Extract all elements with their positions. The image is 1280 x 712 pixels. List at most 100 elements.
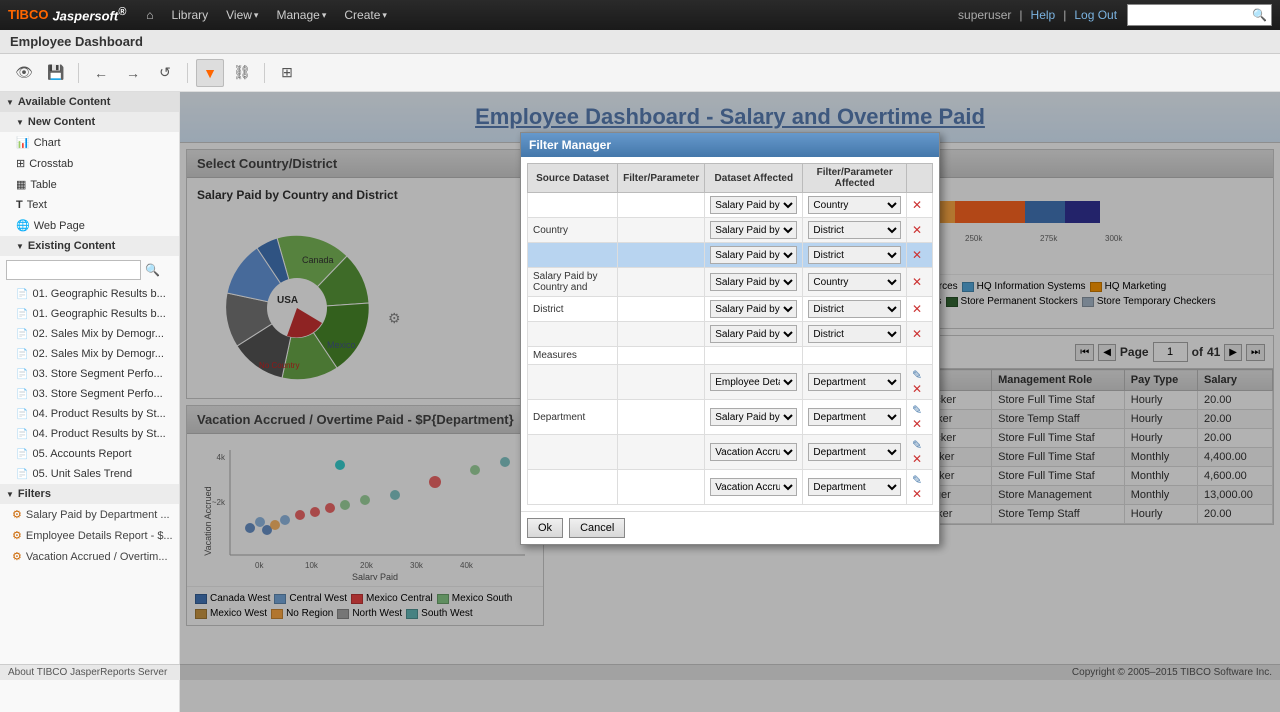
nav-sep-2: | xyxy=(1063,8,1066,22)
dataset-select[interactable]: Salary Paid by Department ... xyxy=(710,300,797,318)
delete-row-icon[interactable]: ✕ xyxy=(912,382,922,396)
undo-button[interactable]: ← xyxy=(87,59,115,87)
sidebar-search-area: 🔍 xyxy=(0,256,179,284)
dataset-select[interactable]: Salary Paid by Department ... xyxy=(710,246,797,264)
view-mode-button[interactable]: 👁 xyxy=(10,59,38,87)
sidebar-existing-item[interactable]: 📄03. Store Segment Perfo... xyxy=(0,384,179,404)
sidebar-existing-item[interactable]: 📄02. Sales Mix by Demogr... xyxy=(0,344,179,364)
sidebar-existing-item[interactable]: 📄04. Product Results by St... xyxy=(0,404,179,424)
dataset-select[interactable]: Salary Paid by Department ... xyxy=(710,273,797,291)
edit-row-icon[interactable]: ✎ xyxy=(912,438,922,452)
ds-filter-select[interactable]: District xyxy=(808,325,901,343)
sidebar-existing-item[interactable]: 📄04. Product Results by St... xyxy=(0,424,179,444)
status-left: About TIBCO JasperReports Server xyxy=(8,667,167,678)
delete-row-icon[interactable]: ✕ xyxy=(912,248,922,262)
delete-row-icon[interactable]: ✕ xyxy=(912,327,922,341)
sidebar-search-icon[interactable]: 🔍 xyxy=(145,263,160,277)
dataset-select[interactable]: Salary Paid by Department ... xyxy=(710,196,797,214)
delete-row-icon[interactable]: ✕ xyxy=(912,302,922,316)
manage-nav-item[interactable]: Manage ▾ xyxy=(268,0,334,30)
link-button[interactable]: ⛓ xyxy=(228,59,256,87)
filter-button[interactable]: ▼ xyxy=(196,59,224,87)
modal-ok-button[interactable]: Ok xyxy=(527,518,563,538)
filters-header[interactable]: ▼ Filters xyxy=(0,484,179,504)
logout-link[interactable]: Log Out xyxy=(1074,8,1117,22)
existing-items-list: 📄01. Geographic Results b...📄01. Geograp… xyxy=(0,284,179,484)
create-nav-item[interactable]: Create ▾ xyxy=(336,0,395,30)
sidebar-filter-item[interactable]: ⚙Employee Details Report - $... xyxy=(0,525,179,546)
search-icon[interactable]: 🔍 xyxy=(1252,8,1267,22)
ds-filter-select[interactable]: District xyxy=(808,300,901,318)
ds-filter-select[interactable]: Country xyxy=(808,196,901,214)
table-icon: ▦ xyxy=(16,178,26,191)
sidebar-filter-item[interactable]: ⚙Salary Paid by Department ... xyxy=(0,504,179,525)
ds-filter-select[interactable]: Department xyxy=(808,478,901,496)
ds-filter-select[interactable]: Country xyxy=(808,273,901,291)
view-nav-item[interactable]: View ▾ xyxy=(218,0,266,30)
existing-content-header[interactable]: ▼ Existing Content xyxy=(0,236,179,256)
sidebar-existing-item[interactable]: 📄01. Geographic Results b... xyxy=(0,284,179,304)
doc-icon: 📄 xyxy=(16,369,28,380)
delete-row-icon[interactable]: ✕ xyxy=(912,198,922,212)
ds-filter-select[interactable]: Department xyxy=(808,443,901,461)
reset-button[interactable]: ↺ xyxy=(151,59,179,87)
toolbar-separator-1 xyxy=(78,63,79,83)
save-button[interactable]: 💾 xyxy=(42,59,70,87)
search-input[interactable] xyxy=(1132,9,1252,21)
ds-filter-select[interactable]: District xyxy=(808,221,901,239)
sidebar-filter-item[interactable]: ⚙Vacation Accrued / Overtim... xyxy=(0,546,179,567)
doc-icon: 📄 xyxy=(16,469,28,480)
toolbar-separator-2 xyxy=(187,63,188,83)
search-box: 🔍 xyxy=(1127,4,1272,26)
edit-row-icon[interactable]: ✎ xyxy=(912,368,922,382)
filter-items-list: ⚙Salary Paid by Department ...⚙Employee … xyxy=(0,504,179,567)
sidebar-item-text[interactable]: T Text xyxy=(0,195,179,215)
sidebar-existing-item[interactable]: 📄05. Accounts Report xyxy=(0,444,179,464)
sidebar-item-crosstab[interactable]: ⊞ Crosstab xyxy=(0,153,179,174)
delete-row-icon[interactable]: ✕ xyxy=(912,223,922,237)
home-nav-button[interactable]: ⌂ xyxy=(138,0,161,30)
edit-row-icon[interactable]: ✎ xyxy=(912,403,922,417)
delete-row-icon[interactable]: ✕ xyxy=(912,275,922,289)
delete-row-icon[interactable]: ✕ xyxy=(912,417,922,431)
dataset-select[interactable]: Salary Paid by Department ... xyxy=(710,408,797,426)
col-actions xyxy=(906,164,932,193)
sidebar-existing-item[interactable]: 📄03. Store Segment Perfo... xyxy=(0,364,179,384)
sidebar-search-input[interactable] xyxy=(6,260,141,280)
new-content-header[interactable]: ▼ New Content xyxy=(0,112,179,132)
modal-table-row: Salary Paid by Department ... District ✕ xyxy=(528,322,933,347)
webpage-label: Web Page xyxy=(34,220,85,232)
dataset-select[interactable]: Vacation Accrued / Overtime ... xyxy=(710,478,797,496)
sidebar-existing-item[interactable]: 📄05. Unit Sales Trend xyxy=(0,464,179,484)
edit-row-icon[interactable]: ✎ xyxy=(912,473,922,487)
ds-filter-select[interactable]: Department xyxy=(808,373,901,391)
available-content-header[interactable]: ▼ Available Content xyxy=(0,92,179,112)
modal-table-row: Measures xyxy=(528,347,933,365)
grid-button[interactable]: ⊞ xyxy=(273,59,301,87)
help-link[interactable]: Help xyxy=(1031,8,1056,22)
sidebar-item-chart[interactable]: 📊 Chart xyxy=(0,132,179,153)
home-icon: ⌂ xyxy=(146,8,153,22)
available-content-arrow: ▼ xyxy=(6,98,14,107)
dataset-select[interactable]: Vacation Accrued / Overtime ... xyxy=(710,443,797,461)
ds-filter-select[interactable]: Department xyxy=(808,408,901,426)
chart-icon: 📊 xyxy=(16,136,30,149)
delete-row-icon[interactable]: ✕ xyxy=(912,452,922,466)
sidebar-existing-item[interactable]: 📄02. Sales Mix by Demogr... xyxy=(0,324,179,344)
library-nav-item[interactable]: Library xyxy=(163,0,216,30)
dataset-select[interactable]: Salary Paid by Department ... xyxy=(710,325,797,343)
sidebar-item-webpage[interactable]: 🌐 Web Page xyxy=(0,215,179,236)
dataset-select[interactable]: Employee Details Report - SP... xyxy=(710,373,797,391)
delete-row-icon[interactable]: ✕ xyxy=(912,487,922,501)
sidebar-existing-item[interactable]: 📄01. Geographic Results b... xyxy=(0,304,179,324)
modal-table-row: DepartmentSalary Paid by Department ...D… xyxy=(528,400,933,435)
dataset-select[interactable]: Salary Paid by Department ... xyxy=(710,221,797,239)
ds-filter-select[interactable]: District xyxy=(808,246,901,264)
sidebar-item-table[interactable]: ▦ Table xyxy=(0,174,179,195)
modal-table-row: Salary Paid by Department ... District ✕ xyxy=(528,243,933,268)
doc-icon: 📄 xyxy=(16,289,28,300)
filters-label: Filters xyxy=(18,488,51,500)
modal-cancel-button[interactable]: Cancel xyxy=(569,518,625,538)
redo-button[interactable]: → xyxy=(119,59,147,87)
existing-content-arrow: ▼ xyxy=(16,242,24,251)
